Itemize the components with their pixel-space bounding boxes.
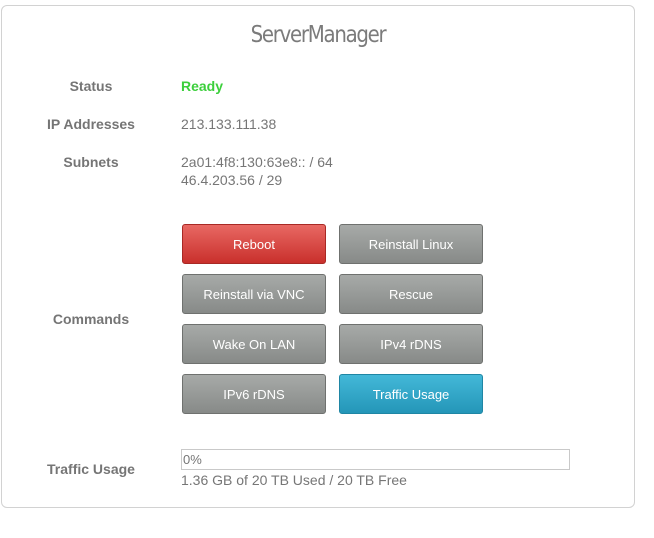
subnet-ipv6: 2a01:4f8:130:63e8:: / 64 — [181, 154, 333, 170]
rescue-button[interactable]: Rescue — [339, 274, 483, 314]
subnets-list: 2a01:4f8:130:63e8:: / 64 46.4.203.56 / 2… — [181, 153, 333, 189]
traffic-usage-label: Traffic Usage — [47, 461, 135, 477]
ip-addresses-label: IP Addresses — [47, 116, 135, 132]
status-label: Status — [69, 78, 113, 94]
traffic-progress-bar: 0% — [181, 449, 570, 470]
commands-label: Commands — [52, 311, 130, 327]
page-title: ServerManager — [250, 22, 387, 48]
wake-on-lan-button[interactable]: Wake On LAN — [182, 324, 326, 364]
ipv4-rdns-button[interactable]: IPv4 rDNS — [339, 324, 483, 364]
traffic-usage-button[interactable]: Traffic Usage — [339, 374, 483, 414]
reinstall-via-vnc-button[interactable]: Reinstall via VNC — [182, 274, 326, 314]
ip-address-value: 213.133.111.38 — [181, 116, 277, 132]
traffic-usage-summary: 1.36 GB of 20 TB Used / 20 TB Free — [181, 472, 407, 488]
reinstall-linux-button[interactable]: Reinstall Linux — [339, 224, 483, 264]
subnets-label: Subnets — [63, 154, 119, 170]
ipv6-rdns-button[interactable]: IPv6 rDNS — [182, 374, 326, 414]
status-value: Ready — [181, 78, 224, 94]
subnet-ipv4: 46.4.203.56 / 29 — [181, 172, 283, 188]
reboot-button[interactable]: Reboot — [182, 224, 326, 264]
traffic-percent-text: 0% — [183, 452, 202, 467]
